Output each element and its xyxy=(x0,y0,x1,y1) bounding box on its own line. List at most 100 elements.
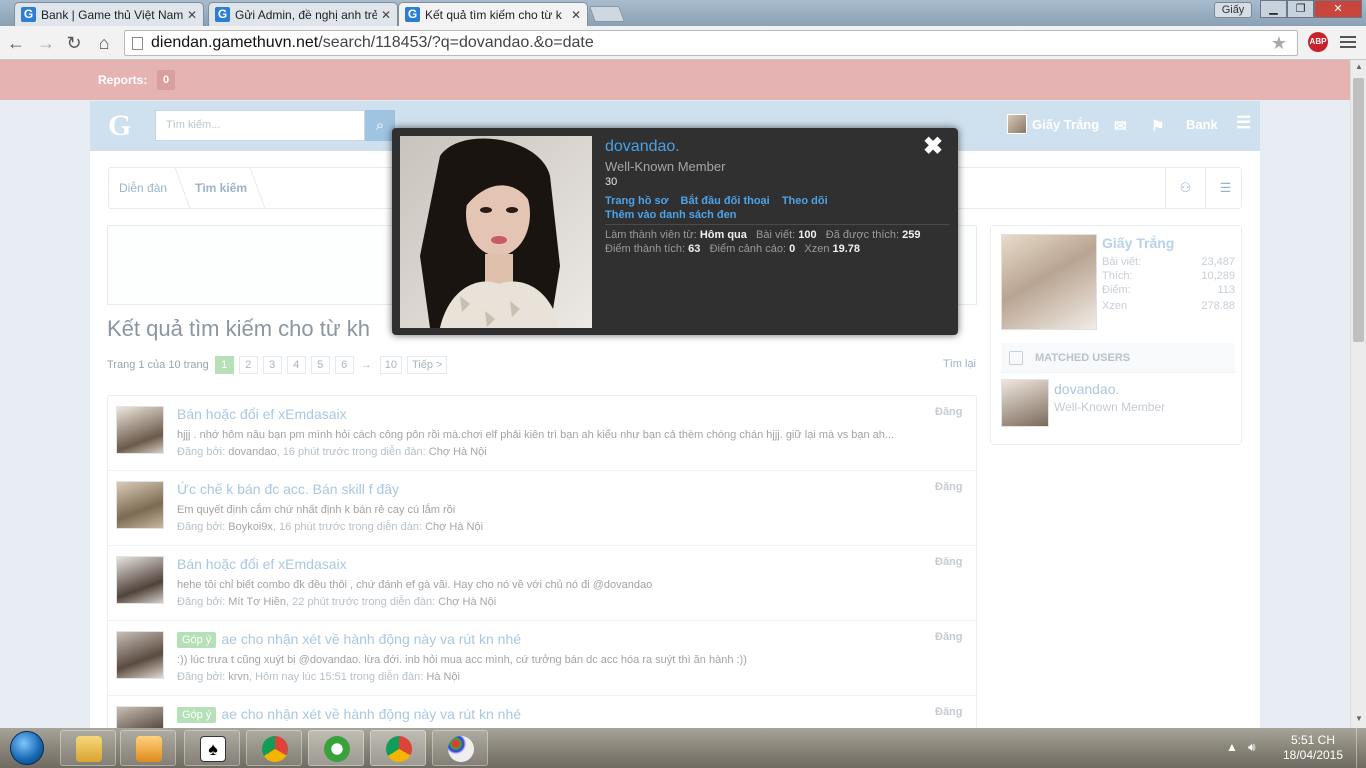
forum-link[interactable]: Hà Nội xyxy=(426,671,460,683)
adblock-icon[interactable]: ABP xyxy=(1308,32,1328,52)
author-link[interactable]: Boykoi9x xyxy=(228,521,273,533)
site-favicon-icon: G xyxy=(405,7,420,22)
start-conversation-link[interactable]: Bắt đầu đối thoại xyxy=(681,195,770,207)
result-title-text[interactable]: ae cho nhận xét về hành động này va rút … xyxy=(221,706,521,722)
prefix-tag[interactable]: Góp ý xyxy=(177,632,217,648)
page-link[interactable]: 5 xyxy=(310,356,330,374)
minimize-button[interactable]: ▁ xyxy=(1260,0,1287,18)
show-desktop-button[interactable] xyxy=(1356,728,1366,768)
page-link[interactable]: 6 xyxy=(334,356,354,374)
breadcrumb-forum[interactable]: Diễn đàn xyxy=(119,181,167,195)
avatar[interactable] xyxy=(1007,114,1027,134)
scroll-down-icon[interactable]: ▼ xyxy=(1351,712,1366,726)
chrome-2-taskbar-button[interactable] xyxy=(370,730,426,766)
tray-expand-icon[interactable]: ▲ xyxy=(1226,740,1238,754)
tab-search-results[interactable]: G Kết quả tìm kiếm cho từ k ✕ xyxy=(398,2,588,26)
green-app-taskbar-button[interactable] xyxy=(308,730,364,766)
browser-toolbar: ← → ↻ ⌂ diendan.gamethuvn.net/search/118… xyxy=(0,26,1366,60)
search-input[interactable]: Tìm kiếm... xyxy=(155,110,365,141)
start-button[interactable] xyxy=(2,729,52,767)
search-icon[interactable]: ⌕ xyxy=(365,110,395,141)
xzen-label: Xzen xyxy=(804,243,830,255)
reports-count[interactable]: 0 xyxy=(157,70,175,90)
flag-icon[interactable]: ⚑ xyxy=(1151,117,1164,135)
result-title[interactable]: Góp ý ae cho nhận xét về hành động này va… xyxy=(177,706,521,723)
result-title-text[interactable]: ae cho nhận xét về hành động này va rút … xyxy=(221,631,521,647)
forum-link[interactable]: Chợ Hà Nội xyxy=(438,596,496,608)
breadcrumb-search[interactable]: Tìm kiếm xyxy=(195,181,247,195)
scroll-thumb[interactable] xyxy=(1353,78,1364,342)
close-icon[interactable]: ✖ xyxy=(922,135,944,159)
result-title[interactable]: Ức chế k bán đc acc. Bán skill f đây xyxy=(177,481,399,497)
solitaire-taskbar-button[interactable]: ♠ xyxy=(184,730,240,766)
profile-link[interactable]: Trang hồ sơ xyxy=(605,195,668,207)
ignore-link[interactable]: Thêm vào danh sách đen xyxy=(605,209,736,221)
back-icon[interactable]: ← xyxy=(6,33,26,53)
author-link[interactable]: Mít Tơ Hiền xyxy=(228,596,286,608)
result-title[interactable]: Bán hoặc đổi ef xEmdasaix xyxy=(177,556,347,572)
member-photo[interactable] xyxy=(400,136,592,328)
forum-link[interactable]: Chợ Hà Nội xyxy=(429,446,487,458)
hamburger-icon[interactable]: ☰ xyxy=(1236,113,1251,133)
maximize-button[interactable]: ❐ xyxy=(1287,0,1314,18)
scroll-up-icon[interactable]: ▲ xyxy=(1351,60,1366,74)
bank-link[interactable]: Bank xyxy=(1186,117,1218,132)
avatar[interactable] xyxy=(116,556,164,604)
page-link[interactable]: 4 xyxy=(286,356,306,374)
avatar[interactable] xyxy=(116,706,164,728)
tab-close-icon[interactable]: ✕ xyxy=(187,8,197,22)
forum-link[interactable]: Chợ Hà Nội xyxy=(425,521,483,533)
forward-icon[interactable]: → xyxy=(36,33,56,53)
reload-icon[interactable]: ↻ xyxy=(64,33,84,53)
matched-user-name[interactable]: dovandao. xyxy=(1054,381,1119,397)
site-logo[interactable]: G xyxy=(108,109,131,143)
page-link[interactable]: 1 xyxy=(214,356,234,374)
media-player-taskbar-button[interactable] xyxy=(120,730,176,766)
sitemap-icon[interactable]: ⚇ xyxy=(1165,168,1205,208)
tab-close-icon[interactable]: ✕ xyxy=(571,8,581,22)
result-meta: Đăng bởi: Mít Tơ Hiền, 22 phút trước tro… xyxy=(177,596,496,608)
result-title[interactable]: Góp ý ae cho nhận xét về hành động này va… xyxy=(177,631,521,648)
stat-label: Thích: xyxy=(1102,270,1133,282)
star-icon[interactable]: ★ xyxy=(1271,31,1287,55)
tab-close-icon[interactable]: ✕ xyxy=(381,8,391,22)
mail-icon[interactable]: ✉ xyxy=(1114,117,1127,135)
author-link[interactable]: krvn xyxy=(228,671,249,683)
avatar[interactable] xyxy=(116,481,164,529)
username-link[interactable]: Giấy Trắng xyxy=(1032,117,1099,132)
profile-chip[interactable]: Giấy xyxy=(1214,2,1252,18)
prefix-tag[interactable]: Góp ý xyxy=(177,707,217,723)
tab-gui-admin[interactable]: G Gửi Admin, đề nghị anh trẻ ✕ xyxy=(208,2,398,26)
avatar[interactable] xyxy=(116,406,164,454)
page-skip-arrow[interactable]: → xyxy=(361,359,372,371)
page-link[interactable]: 2 xyxy=(238,356,258,374)
home-icon[interactable]: ⌂ xyxy=(94,33,114,53)
paint-taskbar-button[interactable] xyxy=(432,730,488,766)
author-link[interactable]: dovandao xyxy=(228,446,276,458)
close-window-button[interactable]: ✕ xyxy=(1314,0,1362,18)
chrome-taskbar-button[interactable] xyxy=(246,730,302,766)
list-icon[interactable]: ☰ xyxy=(1205,168,1245,208)
tab-bank[interactable]: G Bank | Game thủ Việt Nam ✕ xyxy=(14,2,204,26)
new-tab-button[interactable] xyxy=(589,6,625,22)
page-link[interactable]: 10 xyxy=(379,356,402,374)
avatar[interactable] xyxy=(1001,234,1097,330)
page-link[interactable]: 3 xyxy=(262,356,282,374)
search-again-link[interactable]: Tìm lại xyxy=(943,358,976,370)
system-clock[interactable]: 5:51 CH 18/04/2015 xyxy=(1272,733,1354,763)
avatar[interactable] xyxy=(1001,379,1049,427)
result-title-text[interactable]: Bán hoặc đổi ef xEmdasaix xyxy=(177,406,347,422)
result-title-text[interactable]: Bán hoặc đổi ef xEmdasaix xyxy=(177,556,347,572)
next-page-link[interactable]: Tiếp > xyxy=(406,356,448,374)
explorer-taskbar-button[interactable] xyxy=(60,730,116,766)
visitor-name[interactable]: Giấy Trắng xyxy=(1102,235,1174,251)
page-scrollbar[interactable]: ▲ ▼ xyxy=(1350,60,1366,728)
member-name[interactable]: dovandao. xyxy=(605,138,680,156)
address-bar[interactable]: diendan.gamethuvn.net/search/118453/?q=d… xyxy=(124,30,1298,56)
result-title-text[interactable]: Ức chế k bán đc acc. Bán skill f đây xyxy=(177,481,399,497)
follow-link[interactable]: Theo dõi xyxy=(782,195,828,207)
speaker-icon[interactable]: 🔊︎ xyxy=(1248,740,1256,755)
result-title[interactable]: Bán hoặc đổi ef xEmdasaix xyxy=(177,406,347,422)
menu-icon[interactable] xyxy=(1340,34,1356,50)
avatar[interactable] xyxy=(116,631,164,679)
